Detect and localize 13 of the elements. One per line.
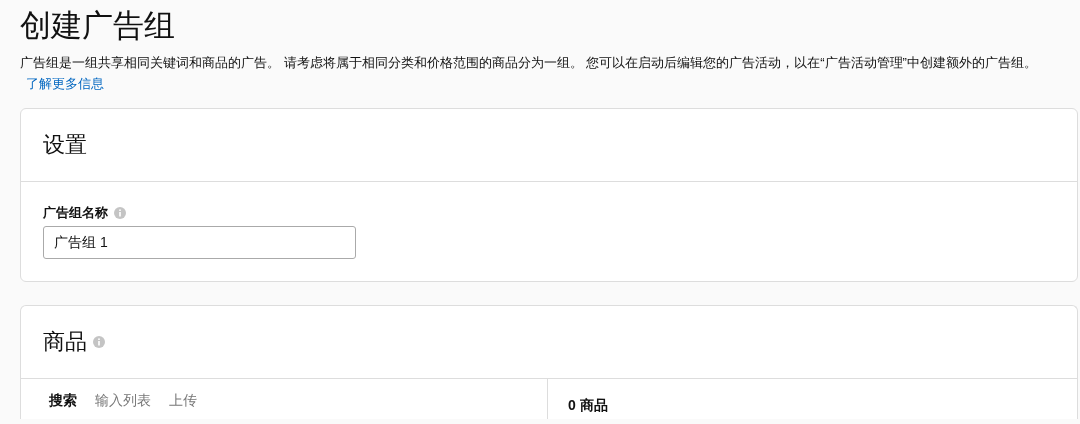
product-count: 0 商品 [568, 397, 608, 413]
tab[interactable]: 输入列表 [95, 391, 151, 411]
info-icon[interactable] [114, 207, 126, 219]
page-title: 创建广告组 [20, 7, 176, 45]
ad-group-name-field[interactable]: 广告组 1 [43, 226, 356, 259]
field-label: 广告组名称 [43, 204, 108, 222]
tab[interactable]: 搜索 [49, 391, 77, 411]
description-text: 广告组是一组共享相同关键词和商品的广告。 请考虑将属于相同分类和价格范围的商品分为一组。 您可以在启动后编辑您的广告活动，以在“广告活动管理”中创建额外的广告组。 了解更多信息 [20, 54, 1038, 93]
tab[interactable]: 上传 [169, 391, 197, 411]
learn-more-link[interactable]: 了解更多信息 [26, 76, 104, 91]
info-icon[interactable] [93, 336, 105, 348]
section-title: 设置 [43, 131, 87, 159]
section-title: 商品 [43, 328, 87, 356]
